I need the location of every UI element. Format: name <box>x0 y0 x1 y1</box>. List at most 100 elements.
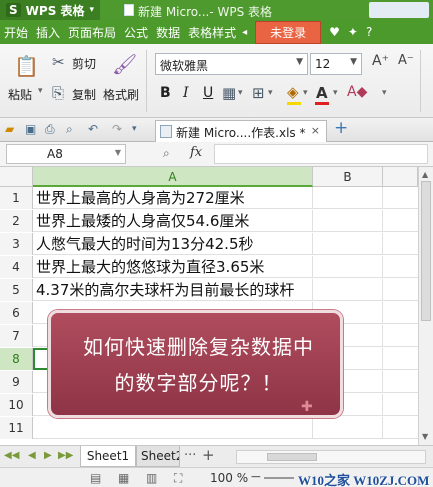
tab-document[interactable]: 新建 Micro....作表.xls * × <box>155 120 327 142</box>
row-header[interactable]: 4 <box>0 256 33 278</box>
window-controls[interactable] <box>369 2 429 18</box>
italic-button[interactable]: I <box>183 85 189 101</box>
cell-a3[interactable]: 人憋气最大的时间为13分42.5秒 <box>33 233 313 255</box>
zoom-slider[interactable] <box>264 477 294 479</box>
print-icon[interactable]: ⎙ <box>45 122 55 137</box>
next-sheet-icon[interactable]: ▶ <box>44 450 52 461</box>
help-icon[interactable]: ? <box>366 25 372 39</box>
column-header-c[interactable] <box>383 167 418 187</box>
shirt-icon[interactable]: ✦ <box>348 25 358 39</box>
cell-b11[interactable] <box>313 417 383 439</box>
copy-icon[interactable]: ⎘ <box>52 84 64 102</box>
paste-button-label[interactable]: 粘贴 <box>8 86 32 103</box>
bold-button[interactable]: B <box>160 85 171 101</box>
zoom-out-icon[interactable]: − <box>250 469 262 485</box>
scrollbar-thumb[interactable] <box>267 453 317 461</box>
horizontal-scrollbar[interactable] <box>236 450 426 464</box>
menu-formulas[interactable]: 公式 <box>120 24 152 41</box>
vertical-scrollbar[interactable]: ▲ ▼ <box>418 167 433 445</box>
insert-function-button[interactable]: fx <box>190 145 202 160</box>
clear-format-icon[interactable]: A◆ <box>347 84 367 100</box>
format-painter-icon[interactable]: 🖌 <box>112 52 137 76</box>
login-button[interactable]: 未登录 <box>255 20 322 44</box>
row-header[interactable]: 6 <box>0 302 33 324</box>
row-header[interactable]: 10 <box>0 394 33 416</box>
row-header[interactable]: 2 <box>0 210 33 232</box>
cell-b1[interactable] <box>313 187 383 209</box>
tab-sheet1[interactable]: Sheet1 <box>80 446 136 467</box>
column-header-b[interactable]: B <box>313 167 383 187</box>
scroll-down-icon[interactable]: ▼ <box>422 432 428 441</box>
menu-overflow-icon[interactable]: ◂ <box>242 27 247 38</box>
merge-cells-icon[interactable]: ⊞ <box>252 84 265 102</box>
cell-b5[interactable] <box>313 279 383 301</box>
normal-view-icon[interactable]: ▤ <box>90 471 101 485</box>
row-header[interactable]: 1 <box>0 187 33 209</box>
borders-icon[interactable]: ▦ <box>222 84 236 102</box>
scrollbar-thumb[interactable] <box>421 181 431 321</box>
menu-data[interactable]: 数据 <box>152 24 184 41</box>
underline-button[interactable]: U <box>203 85 213 101</box>
open-folder-icon[interactable]: ▰ <box>5 122 14 136</box>
cell-a2[interactable]: 世界上最矮的人身高仅54.6厘米 <box>33 210 313 232</box>
cell-b4[interactable] <box>313 256 383 278</box>
menu-insert[interactable]: 插入 <box>32 24 64 41</box>
cell-a11[interactable] <box>33 417 313 439</box>
last-sheet-icon[interactable]: ▶▶ <box>58 450 73 461</box>
cell-a1[interactable]: 世界上最高的人身高为272厘米 <box>33 187 313 209</box>
cell-b3[interactable] <box>313 233 383 255</box>
format-painter-button[interactable]: 格式刷 <box>103 86 139 103</box>
formula-input[interactable] <box>214 144 428 164</box>
zoom-search-icon[interactable]: ⌕ <box>163 146 170 161</box>
chevron-down-icon[interactable]: ▾ <box>268 88 273 98</box>
page-layout-view-icon[interactable]: ▦ <box>118 471 129 485</box>
menu-home[interactable]: 开始 <box>0 24 32 41</box>
add-sheet-button[interactable]: + <box>202 446 215 464</box>
font-color-icon[interactable]: A <box>316 84 328 102</box>
row-header[interactable]: 3 <box>0 233 33 255</box>
prev-sheet-icon[interactable]: ◀ <box>28 450 36 461</box>
chevron-down-icon[interactable]: ▾ <box>303 88 308 98</box>
select-all-corner[interactable] <box>0 167 33 187</box>
close-icon[interactable]: × <box>311 124 320 137</box>
menu-table-style[interactable]: 表格样式 <box>184 24 240 41</box>
skin-icon[interactable]: ♥ <box>329 25 340 39</box>
cell-a4[interactable]: 世界上最大的悠悠球为直径3.65米 <box>33 256 313 278</box>
cell-b2[interactable] <box>313 210 383 232</box>
print-preview-icon[interactable]: ⌕ <box>66 122 73 137</box>
font-name-select[interactable]: 微软雅黑 ▼ <box>155 53 308 75</box>
save-icon[interactable]: ▣ <box>25 122 36 136</box>
redo-icon[interactable]: ↷ <box>112 122 122 136</box>
row-header[interactable]: 7 <box>0 325 33 347</box>
font-size-select[interactable]: 12 ▼ <box>310 53 362 75</box>
first-sheet-icon[interactable]: ◀◀ <box>4 450 19 461</box>
cut-button[interactable]: 剪切 <box>72 55 96 72</box>
scissors-icon[interactable]: ✂ <box>52 53 65 71</box>
fullscreen-icon[interactable]: ⛶ <box>174 471 182 486</box>
page-break-view-icon[interactable]: ▥ <box>146 471 157 485</box>
chevron-down-icon[interactable]: ▾ <box>132 124 137 134</box>
row-header[interactable]: 5 <box>0 279 33 301</box>
chevron-down-icon[interactable]: ▾ <box>333 88 338 98</box>
copy-button[interactable]: 复制 <box>72 86 96 103</box>
increase-font-icon[interactable]: A⁺ <box>372 53 389 69</box>
scroll-up-icon[interactable]: ▲ <box>422 170 428 179</box>
cell-a5[interactable]: 4.37米的高尔夫球杆为目前最长的球杆 <box>33 279 313 301</box>
fill-color-icon[interactable]: ◈ <box>287 83 299 101</box>
new-tab-button[interactable]: + <box>334 118 348 138</box>
tab-sheet2[interactable]: Sheet2 <box>136 446 180 467</box>
row-header[interactable]: 9 <box>0 371 33 393</box>
paste-icon[interactable]: 📋 <box>14 54 39 78</box>
column-header-a[interactable]: A <box>33 167 313 187</box>
more-sheets-icon[interactable]: ··· <box>184 448 196 463</box>
decrease-font-icon[interactable]: A⁻ <box>398 53 414 68</box>
undo-icon[interactable]: ↶ <box>88 122 98 136</box>
chevron-down-icon[interactable]: ▾ <box>238 88 243 98</box>
row-header[interactable]: 8 <box>0 348 33 370</box>
zoom-level[interactable]: 100 % <box>210 471 248 485</box>
chevron-down-icon[interactable]: ▾ <box>382 88 387 98</box>
menu-page-layout[interactable]: 页面布局 <box>64 24 120 41</box>
row-header[interactable]: 11 <box>0 417 33 439</box>
app-menu-button[interactable]: S WPS 表格 ▾ <box>0 0 100 20</box>
paste-dropdown-icon[interactable]: ▾ <box>38 86 43 96</box>
